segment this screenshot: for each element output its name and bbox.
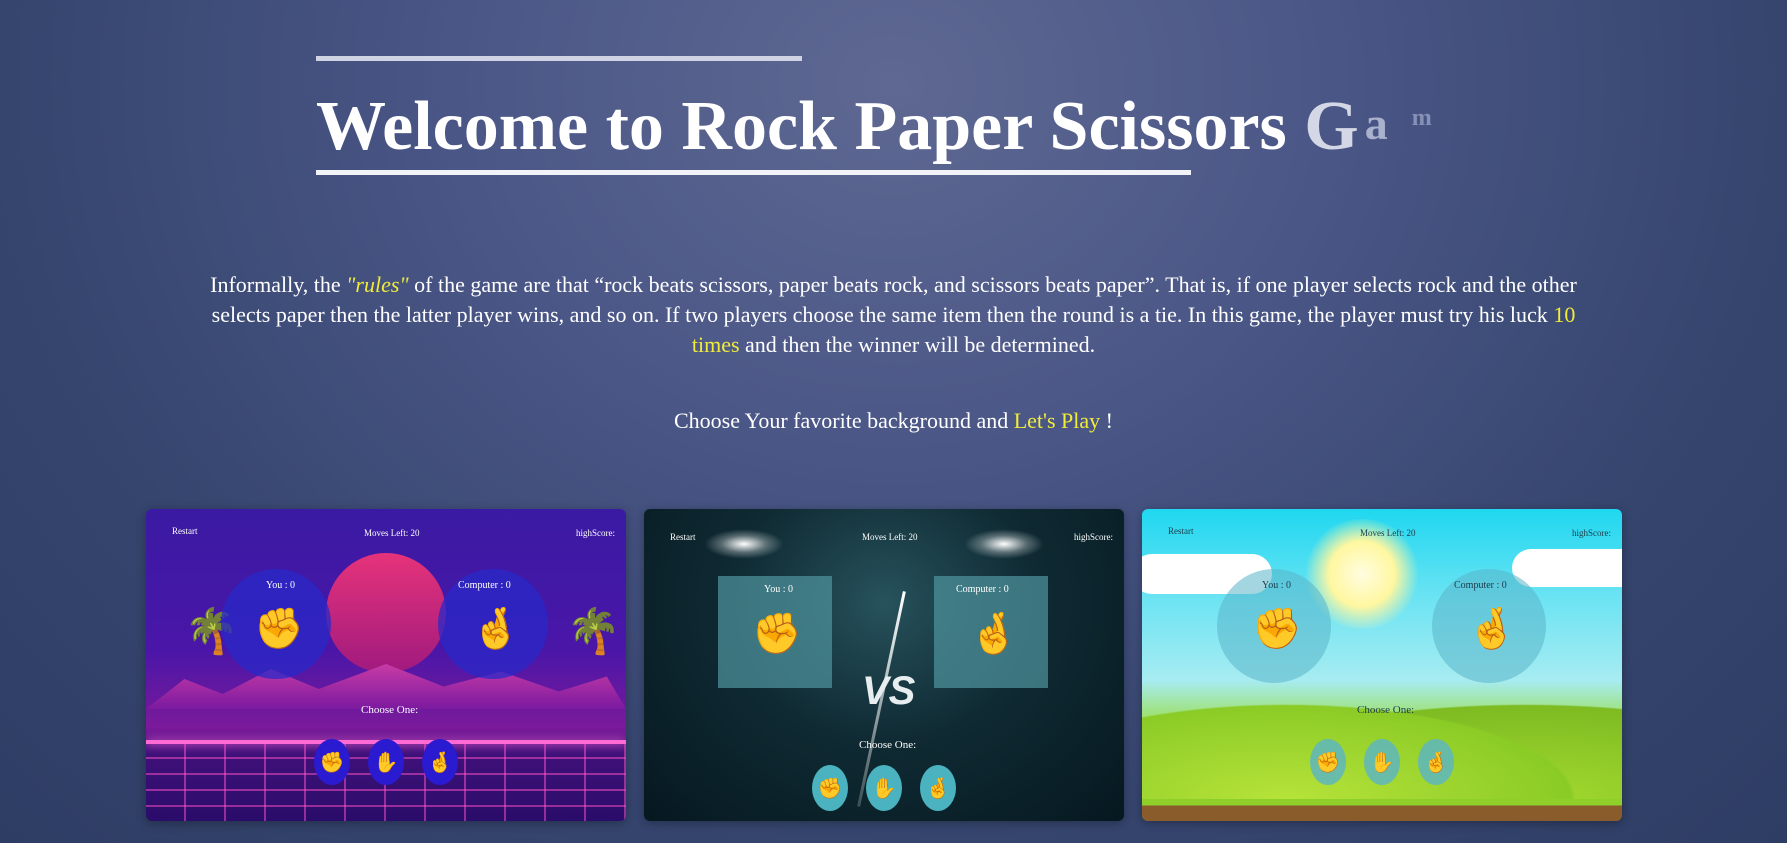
you-score: You : 0 [1262,580,1291,591]
rules-text-2: of the game are that “rock beats scissor… [211,272,1577,327]
choose-text: Choose Your favorite background and [673,408,1014,433]
choose-one-label: Choose One: [1357,704,1415,716]
meadow-ground [1142,799,1622,821]
you-rock-icon: ✊ [752,611,802,656]
you-rock-icon: ✊ [254,606,304,651]
synth-mountains [146,664,626,709]
title-letter-a: a [1364,98,1388,149]
highscore-label: highScore: [576,528,615,538]
computer-scissors-icon: 🤞 [471,606,521,651]
moves-left-label: Moves Left: 20 [364,528,420,538]
scissors-button[interactable]: 🤞 [1418,739,1454,785]
title-letter-g: G [1304,88,1359,165]
rules-text-3: and then the winner will be determined. [739,332,1096,357]
rock-button[interactable]: ✊ [812,765,848,811]
restart-label: Restart [1168,526,1194,536]
you-score: You : 0 [764,584,793,595]
theme-card-studio[interactable]: Restart Moves Left: 20 highScore: You : … [644,509,1124,821]
title-bottom-rule [316,170,1191,175]
computer-score: Computer : 0 [458,580,511,591]
scissors-button[interactable]: 🤞 [920,765,956,811]
paper-button[interactable]: ✋ [1364,739,1400,785]
computer-scissors-icon: 🤞 [1467,606,1517,651]
synth-sun [326,553,446,673]
rock-button[interactable]: ✊ [314,739,350,785]
moves-left-label: Moves Left: 20 [1360,528,1416,538]
title-letter-m: m [1411,105,1432,131]
rules-text-1: Informally, the [210,272,347,297]
rock-button[interactable]: ✊ [1310,739,1346,785]
page-title: Welcome to Rock Paper Scissors Gam [316,76,1432,169]
title-top-rule [316,56,802,61]
computer-scissors-icon: 🤞 [969,611,1019,656]
you-score: You : 0 [266,580,295,591]
lets-play-highlight: Let's Play [1013,408,1101,433]
rules-highlight: "rules" [346,272,409,297]
restart-label: Restart [172,526,198,536]
spotlight-right [964,529,1044,559]
highscore-label: highScore: [1572,528,1611,538]
vs-label: VS [862,669,916,713]
spotlight-left [704,529,784,559]
paper-button[interactable]: ✋ [866,765,902,811]
computer-score: Computer : 0 [956,584,1009,595]
scissors-button[interactable]: 🤞 [422,739,458,785]
highscore-label: highScore: [1074,532,1113,542]
choose-background-prompt: Choose Your favorite background and Let'… [0,406,1787,436]
choose-one-label: Choose One: [859,739,917,751]
cloud-right [1512,549,1622,587]
title-text: Welcome to Rock Paper Scissors [316,88,1305,165]
palm-right: 🌴 [566,607,621,656]
choose-one-label: Choose One: [361,704,419,716]
restart-label: Restart [670,532,696,542]
theme-card-meadow[interactable]: Restart Moves Left: 20 highScore: You : … [1142,509,1622,821]
rules-paragraph: Informally, the "rules" of the game are … [200,270,1587,360]
moves-left-label: Moves Left: 20 [862,532,918,542]
computer-score: Computer : 0 [1454,580,1507,591]
paper-button[interactable]: ✋ [368,739,404,785]
you-rock-icon: ✊ [1252,606,1302,651]
choose-end: ! [1100,408,1113,433]
theme-card-synthwave[interactable]: 🌴 🌴 Restart Moves Left: 20 highScore: Yo… [146,509,626,821]
